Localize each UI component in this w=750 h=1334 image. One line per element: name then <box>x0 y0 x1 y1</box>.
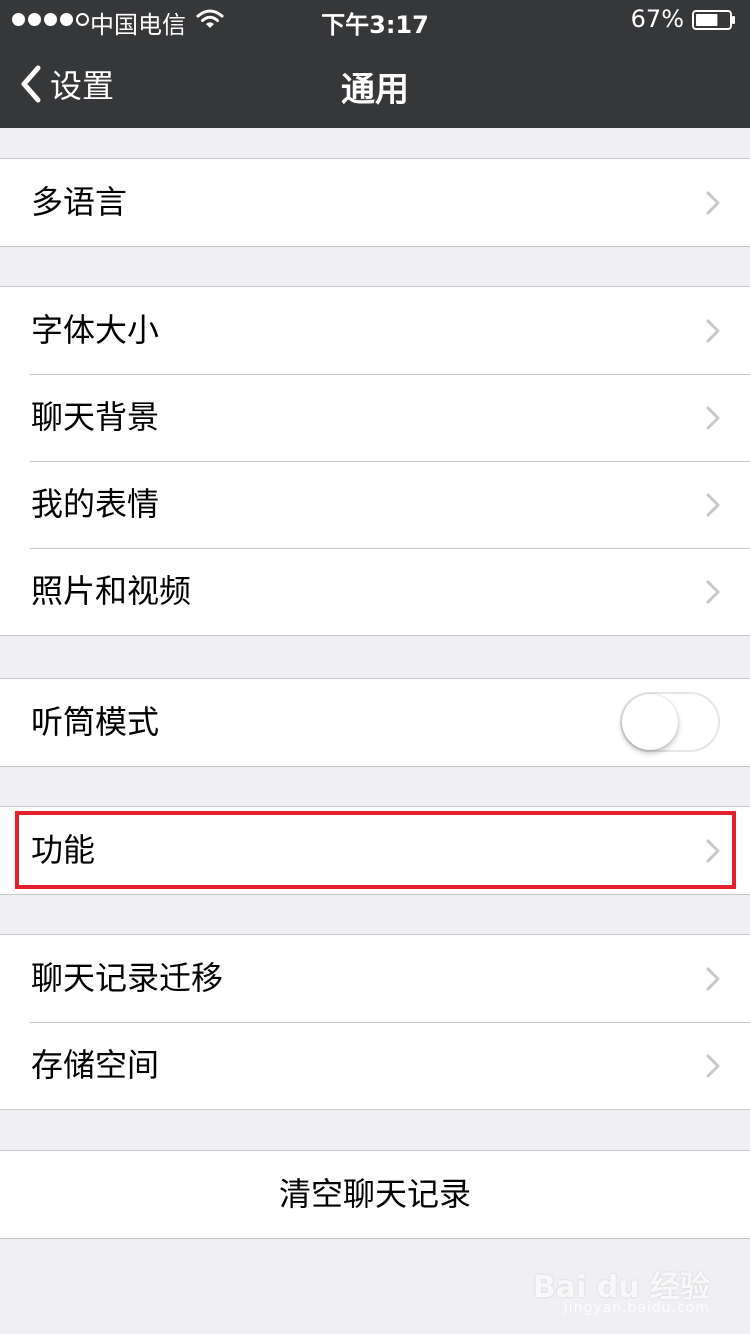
row-label: 照片和视频 <box>31 572 192 610</box>
row-font-size[interactable]: 字体大小 <box>0 287 750 374</box>
row-label: 字体大小 <box>31 311 160 349</box>
chevron-right-icon <box>706 967 720 991</box>
row-photos-videos[interactable]: 照片和视频 <box>0 548 750 635</box>
chevron-right-icon <box>706 1054 720 1078</box>
row-earpiece-mode: 听筒模式 <box>0 679 750 766</box>
top-bar: 中国电信 下午3:17 67% 设置 通用 <box>0 0 750 128</box>
battery-icon <box>692 10 735 30</box>
group-clear: 清空聊天记录 <box>0 1150 750 1239</box>
row-chat-background[interactable]: 聊天背景 <box>0 374 750 461</box>
chevron-right-icon <box>706 406 720 430</box>
group-storage: 聊天记录迁移 存储空间 <box>0 934 750 1110</box>
group-language: 多语言 <box>0 158 750 247</box>
chevron-right-icon <box>706 580 720 604</box>
group-earpiece: 听筒模式 <box>0 678 750 767</box>
highlight-box <box>15 811 736 889</box>
status-bar: 中国电信 下午3:17 67% <box>0 0 750 40</box>
row-language[interactable]: 多语言 <box>0 159 750 246</box>
row-chat-migration[interactable]: 聊天记录迁移 <box>0 935 750 1022</box>
row-label: 聊天背景 <box>31 398 160 436</box>
row-storage-space[interactable]: 存储空间 <box>0 1022 750 1109</box>
page-title: 通用 <box>341 70 409 110</box>
row-label: 存储空间 <box>31 1046 160 1084</box>
row-label: 听筒模式 <box>31 703 160 741</box>
row-label: 多语言 <box>31 183 128 221</box>
row-my-stickers[interactable]: 我的表情 <box>0 461 750 548</box>
group-display: 字体大小 聊天背景 我的表情 照片和视频 <box>0 286 750 636</box>
chevron-right-icon <box>706 191 720 215</box>
battery-percentage: 67% <box>630 5 684 33</box>
earpiece-mode-toggle[interactable] <box>620 692 720 752</box>
row-label: 我的表情 <box>31 485 160 523</box>
watermark-url: jingyan.baidu.com <box>563 1300 710 1316</box>
clear-chat-history-button[interactable]: 清空聊天记录 <box>0 1151 750 1238</box>
chevron-right-icon <box>706 319 720 343</box>
clear-chat-history-label: 清空聊天记录 <box>278 1175 471 1213</box>
row-label: 聊天记录迁移 <box>31 959 224 997</box>
chevron-right-icon <box>706 493 720 517</box>
toggle-knob <box>622 694 678 750</box>
